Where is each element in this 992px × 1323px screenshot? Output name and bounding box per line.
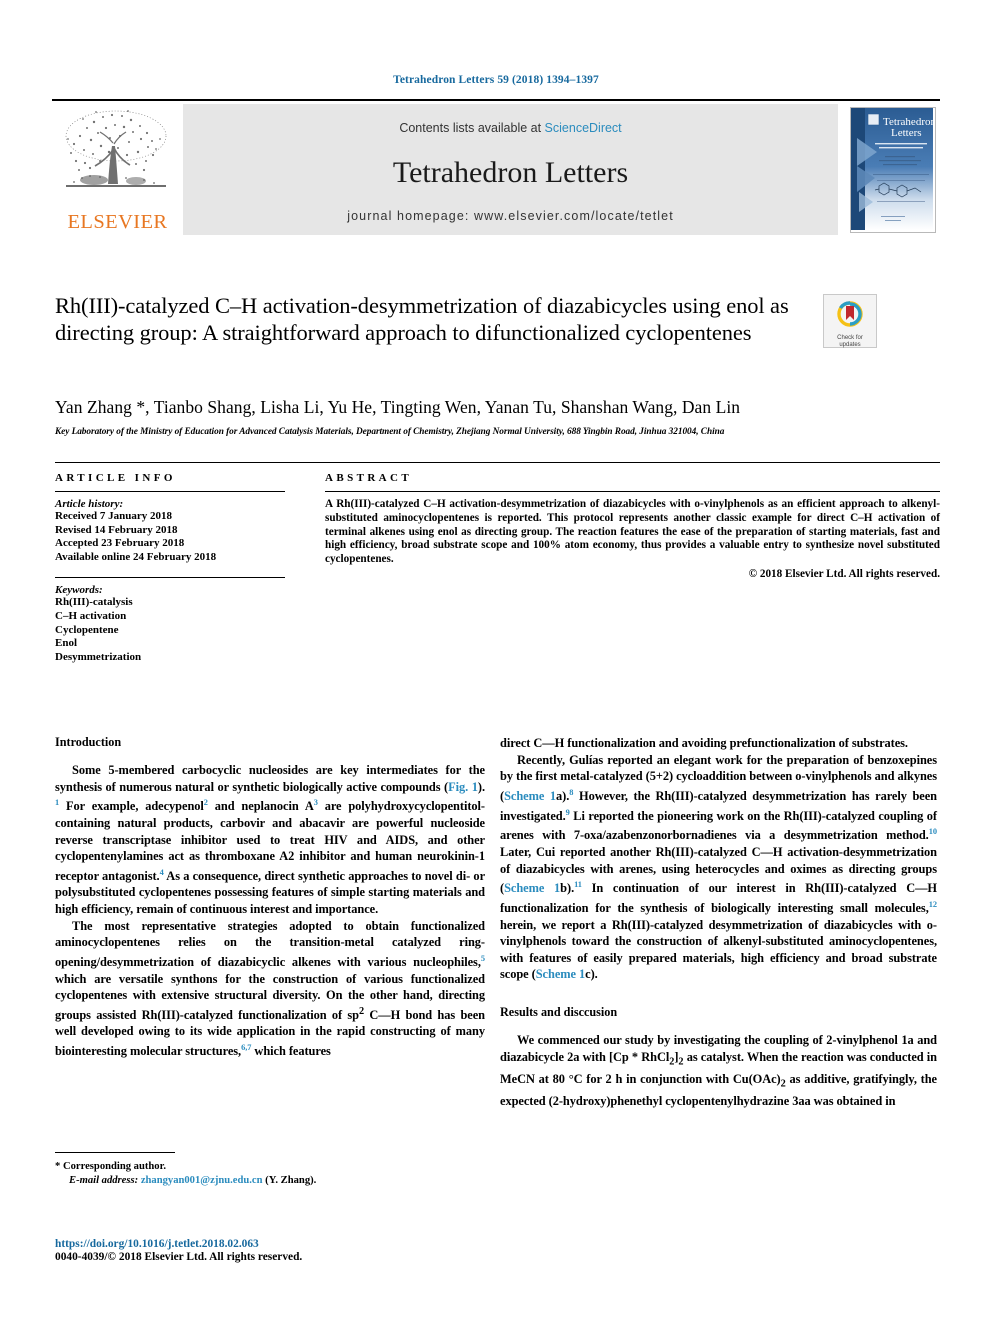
citation-5[interactable]: 5	[481, 954, 485, 963]
email-note: E-mail address: zhangyan001@zjnu.edu.cn …	[55, 1174, 485, 1188]
crossmark-label: Check for updates	[824, 335, 876, 349]
abstract-heading: ABSTRACT	[325, 472, 413, 484]
contents-lists-line: Contents lists available at ScienceDirec…	[183, 121, 838, 135]
footnote-block: * Corresponding author. E-mail address: …	[55, 1152, 485, 1188]
crossmark-label-line2: updates	[839, 342, 861, 348]
page-footer: https://doi.org/10.1016/j.tetlet.2018.02…	[55, 1238, 555, 1263]
journal-masthead: ELSEVIER Contents lists available at Sci…	[52, 99, 940, 235]
citation-12[interactable]: 12	[929, 900, 937, 909]
article-history-label: Article history:	[55, 498, 124, 510]
keyword-item: Rh(III)-catalysis	[55, 596, 133, 609]
compound-1a: 1a	[901, 1032, 914, 1047]
elsevier-logo-block: ELSEVIER	[52, 104, 183, 235]
abstract-text: A Rh(III)-catalyzed C–H activation-desym…	[325, 498, 940, 566]
intro-p1-part-a: Some 5-membered carbocyclic nucleosides …	[55, 763, 485, 794]
scheme1b-link[interactable]: Scheme 1	[504, 881, 560, 895]
footnote-rule	[55, 1152, 175, 1153]
right-p2-part-f: b).	[560, 881, 575, 896]
scheme1a-link[interactable]: Scheme 1	[504, 789, 556, 803]
citation-6-7[interactable]: 6,7	[241, 1043, 251, 1052]
results-p1-part-g: was obtained in	[810, 1093, 896, 1108]
journal-homepage-link[interactable]: journal homepage: www.elsevier.com/locat…	[183, 209, 838, 223]
intro-paragraph-1: Some 5-membered carbocyclic nucleosides …	[55, 762, 485, 918]
scheme1c-link[interactable]: Scheme 1	[536, 967, 585, 981]
corresponding-author-note: * Corresponding author.	[55, 1161, 166, 1172]
crossmark-icon	[837, 301, 863, 327]
keyword-item: Cyclopentene	[55, 623, 119, 636]
right-p2-part-b: a).	[556, 788, 570, 803]
email-label: E-mail address:	[69, 1175, 139, 1186]
intro-p2-part-d: which features	[251, 1044, 331, 1059]
keywords-list: Rh(III)-catalysis C–H activation Cyclope…	[55, 596, 285, 664]
article-page: Tetrahedron Letters 59 (2018) 1394–1397	[0, 0, 992, 1323]
keywords-block: Keywords: Rh(III)-catalysis C–H activati…	[55, 577, 285, 664]
journal-title: Tetrahedron Letters	[392, 156, 629, 189]
crossmark-badge[interactable]: Check for updates	[823, 294, 877, 348]
affiliation: Key Laboratory of the Ministry of Educat…	[55, 427, 725, 437]
abstract-column: ABSTRACT A Rh(III)-catalyzed C–H activat…	[325, 472, 940, 580]
right-paragraph-1: direct C—H functionalization and avoidin…	[500, 736, 908, 750]
journal-cover-thumbnail: Tetrahedron Letters	[850, 107, 936, 233]
body-column-left: Introduction Some 5-membered carbocyclic…	[55, 735, 485, 1060]
section-heading-introduction: Introduction	[55, 735, 122, 749]
email-suffix: (Y. Zhang).	[265, 1175, 317, 1186]
issn-copyright-line: 0040-4039/© 2018 Elsevier Ltd. All right…	[55, 1251, 303, 1263]
elsevier-wordmark: ELSEVIER	[67, 211, 168, 233]
article-history-list: Received 7 January 2018 Revised 14 Febru…	[55, 510, 285, 564]
elsevier-tree-icon	[65, 110, 167, 187]
svg-text:Letters: Letters	[891, 127, 922, 139]
results-p1-part-a: We commenced our study by investigating …	[517, 1032, 902, 1047]
article-info-rule	[55, 491, 285, 492]
author-list: Yan Zhang *, Tianbo Shang, Lisha Li, Yu …	[55, 397, 741, 417]
title-block: Rh(III)-catalyzed C–H activation-desymme…	[55, 292, 805, 346]
contents-prefix: Contents lists available at	[399, 121, 545, 135]
intro-p2-part-a: The most representative strategies adopt…	[55, 918, 485, 969]
history-item: Received 7 January 2018	[55, 510, 173, 522]
citation-11[interactable]: 11	[574, 880, 582, 889]
keyword-item: C–H activation	[55, 609, 127, 622]
right-paragraph-2: Recently, Gulías reported an elegant wor…	[500, 752, 937, 983]
history-item: Available online 24 February 2018	[55, 550, 217, 563]
compound-2a: 2a	[567, 1049, 580, 1064]
cover-artwork-icon: Tetrahedron Letters	[851, 108, 935, 230]
article-info-heading: ARTICLE INFO	[55, 472, 176, 484]
article-info-column: ARTICLE INFO Article history: Received 7…	[55, 472, 285, 664]
intro-paragraph-2: The most representative strategies adopt…	[55, 918, 485, 1060]
keywords-label: Keywords:	[55, 584, 103, 597]
right-p2-part-i: c).	[585, 967, 598, 982]
crossmark-label-line1: Check for	[837, 335, 863, 341]
info-top-rule	[55, 462, 940, 463]
intro-p1-part-d: and neplanocin A	[207, 799, 314, 814]
intro-p1-part-b: ).	[477, 779, 485, 794]
keyword-item: Desymmetrization	[55, 650, 142, 663]
abstract-rule	[325, 491, 940, 492]
keywords-rule	[55, 577, 285, 579]
intro-p1-part-c: For example, adecypenol	[59, 799, 204, 814]
keyword-item: Enol	[55, 637, 78, 650]
abstract-copyright: © 2018 Elsevier Ltd. All rights reserved…	[748, 567, 940, 580]
results-p1-part-c: with [Cp * RhCl	[579, 1049, 670, 1064]
history-item: Accepted 23 February 2018	[55, 537, 185, 550]
section-heading-results: Results and disccusion	[500, 1004, 618, 1019]
article-title: Rh(III)-catalyzed C–H activation-desymme…	[55, 293, 789, 345]
sciencedirect-link[interactable]: ScienceDirect	[545, 121, 622, 135]
compound-3aa: 3aa	[792, 1093, 811, 1108]
doi-link[interactable]: https://doi.org/10.1016/j.tetlet.2018.02…	[55, 1238, 555, 1250]
body-column-right: direct C—H functionalization and avoidin…	[500, 735, 937, 1109]
email-link[interactable]: zhangyan001@zjnu.edu.cn	[141, 1175, 263, 1186]
journal-cover-block: Tetrahedron Letters	[838, 104, 940, 235]
journal-banner: Contents lists available at ScienceDirec…	[183, 104, 838, 235]
running-head: Tetrahedron Letters 59 (2018) 1394–1397	[393, 74, 599, 86]
history-item: Revised 14 February 2018	[55, 523, 178, 536]
results-paragraph-1: We commenced our study by investigating …	[500, 1032, 937, 1109]
citation-10[interactable]: 10	[929, 827, 937, 836]
fig1-link[interactable]: Fig. 1	[448, 780, 478, 794]
